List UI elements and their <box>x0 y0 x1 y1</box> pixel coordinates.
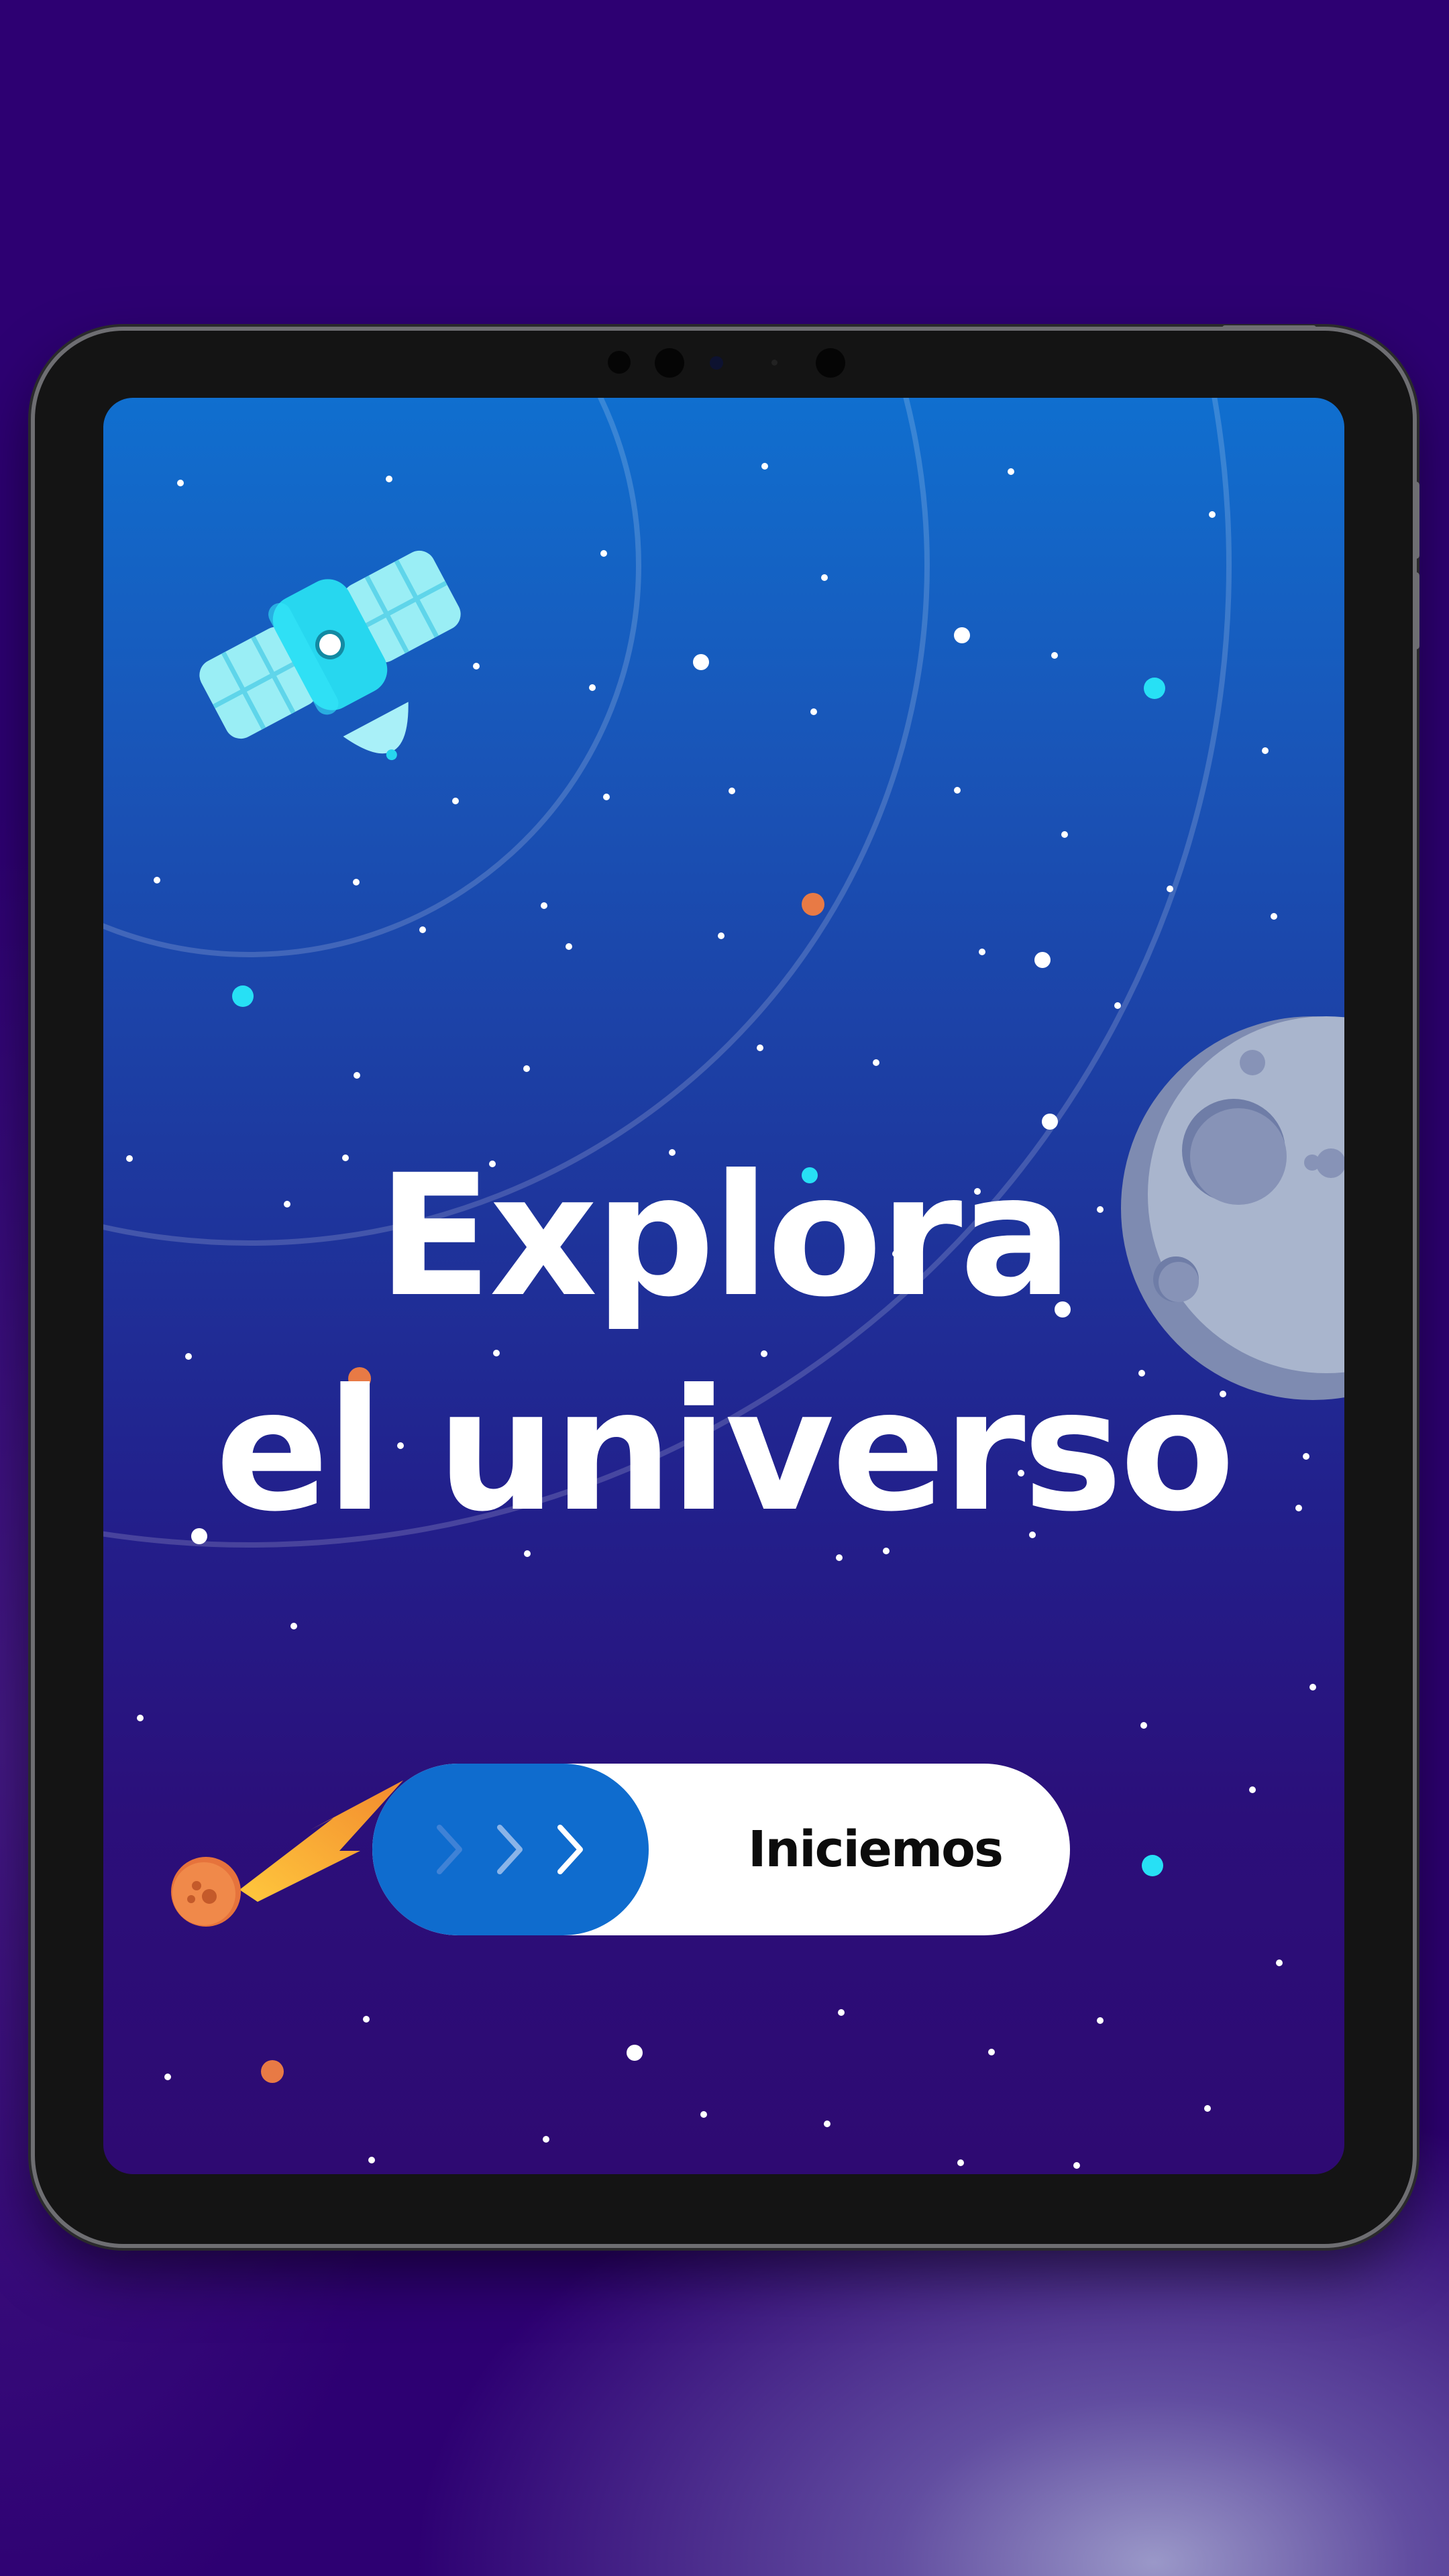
satellite-icon <box>199 550 461 761</box>
slider-label: Iniciemos <box>748 1821 1004 1878</box>
start-slider[interactable]: Iniciemos <box>372 1764 1070 1935</box>
headline-line2: el universo <box>215 1353 1235 1548</box>
volume-down-button <box>1413 572 1419 649</box>
comet-icon <box>171 1780 403 1927</box>
slider-knob[interactable] <box>372 1764 649 1935</box>
chevron-right-icon <box>497 1825 523 1874</box>
chevrons-group <box>437 1825 583 1874</box>
sensor-icon <box>816 348 845 378</box>
sensor-icon <box>655 348 684 378</box>
tablet-device: Explora el universo Iniciemos <box>35 325 1419 2244</box>
volume-up-button <box>1413 482 1419 559</box>
app-screen: Explora el universo Iniciemos <box>103 398 1344 2174</box>
sensor-icon <box>608 351 631 374</box>
top-button <box>1222 325 1316 331</box>
chevron-right-icon <box>437 1825 462 1874</box>
sensor-icon <box>771 360 777 366</box>
chevron-right-icon <box>557 1825 583 1874</box>
headline-line1: Explora <box>377 1138 1073 1334</box>
camera-bar <box>35 348 1413 378</box>
front-camera-icon <box>710 356 723 370</box>
